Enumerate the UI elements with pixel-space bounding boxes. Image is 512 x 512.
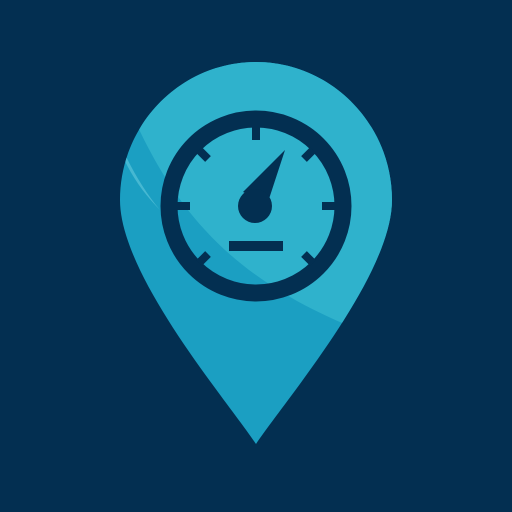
gauge-readout-bar xyxy=(229,241,283,251)
app-icon xyxy=(0,0,512,512)
map-pin-speedometer-icon xyxy=(120,62,392,444)
gauge-needle-hub xyxy=(238,189,272,223)
